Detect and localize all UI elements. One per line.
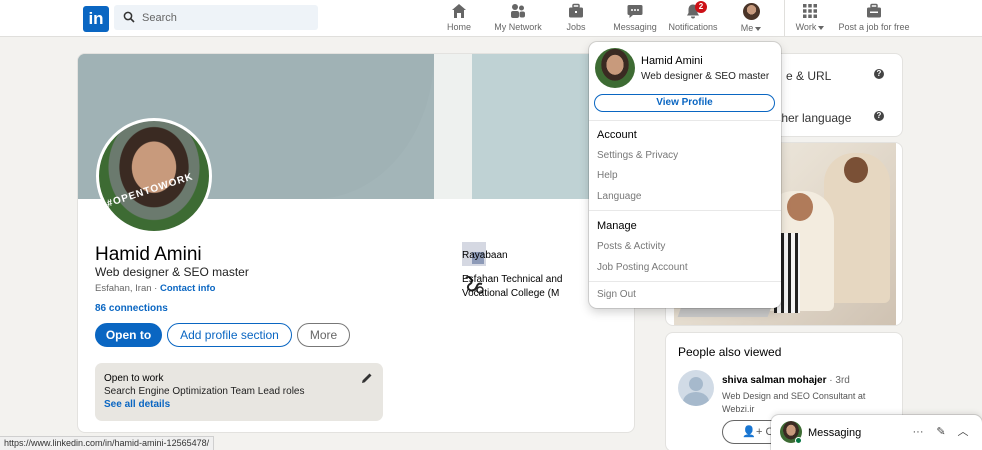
messaging-bar[interactable]: Messaging ··· ✎ ︿ bbox=[771, 415, 982, 450]
person-name[interactable]: shiva salman mohajer · 3rd bbox=[722, 375, 850, 386]
notifications-badge: 2 bbox=[695, 1, 707, 13]
nav-divider bbox=[784, 0, 785, 37]
account-heading: Account bbox=[597, 129, 637, 141]
nav-post-job[interactable]: Post a job for free bbox=[838, 3, 910, 35]
help-icon[interactable]: ? bbox=[874, 111, 884, 121]
nav-jobs[interactable]: Jobs bbox=[563, 3, 589, 35]
person-avatar[interactable] bbox=[678, 370, 714, 406]
grid-icon bbox=[803, 4, 817, 18]
online-status-dot bbox=[795, 437, 802, 444]
nav-notifications[interactable]: 2 Notifications bbox=[667, 1, 719, 35]
compose-icon[interactable]: ✎ bbox=[935, 426, 947, 438]
nav-home[interactable]: Home bbox=[444, 3, 474, 35]
profile-photo[interactable]: #OPENTOWORK bbox=[96, 118, 212, 234]
job-posting-account-link[interactable]: Job Posting Account bbox=[597, 262, 688, 273]
nav-messaging[interactable]: Messaging bbox=[612, 3, 658, 35]
sign-out-link[interactable]: Sign Out bbox=[597, 289, 636, 300]
more-button[interactable]: More bbox=[297, 323, 350, 347]
messaging-icon bbox=[627, 5, 643, 18]
settings-privacy-link[interactable]: Settings & Privacy bbox=[597, 150, 678, 161]
dropdown-divider bbox=[589, 120, 781, 121]
help-link[interactable]: Help bbox=[597, 170, 618, 181]
location-separator: · bbox=[154, 283, 158, 294]
nav-my-network-label: My Network bbox=[494, 22, 542, 32]
collapse-icon[interactable]: ︿ bbox=[957, 426, 969, 438]
search-icon bbox=[123, 11, 135, 23]
pencil-icon[interactable] bbox=[361, 372, 373, 384]
me-avatar bbox=[742, 3, 760, 20]
network-icon bbox=[511, 4, 525, 18]
nav-notifications-label: Notifications bbox=[668, 22, 718, 32]
see-all-details-link[interactable]: See all details bbox=[104, 398, 374, 411]
nav-me[interactable]: Me bbox=[737, 3, 765, 35]
search-input[interactable] bbox=[142, 9, 312, 26]
add-language-link[interactable]: ther language bbox=[778, 111, 851, 125]
search-box[interactable] bbox=[114, 5, 318, 30]
nav-post-job-label: Post a job for free bbox=[838, 22, 910, 32]
posts-activity-link[interactable]: Posts & Activity bbox=[597, 241, 665, 252]
dropdown-divider bbox=[589, 210, 781, 211]
edit-profile-url-link[interactable]: e & URL bbox=[786, 69, 831, 83]
connections-link[interactable]: 86 connections bbox=[95, 303, 168, 314]
post-job-icon bbox=[867, 3, 881, 18]
nav-work[interactable]: Work bbox=[793, 3, 827, 35]
person-degree: · 3rd bbox=[829, 375, 850, 386]
open-to-work-roles: Search Engine Optimization Team Lead rol… bbox=[104, 386, 305, 397]
profile-card: #OPENTOWORK Hamid Amini Web designer & S… bbox=[77, 53, 635, 433]
add-person-icon: 👤+ bbox=[742, 426, 766, 438]
contact-info-link[interactable]: Contact info bbox=[160, 283, 215, 294]
home-icon bbox=[452, 4, 466, 18]
dropdown-headline: Web designer & SEO master bbox=[641, 71, 770, 82]
messaging-label: Messaging bbox=[808, 427, 862, 439]
school-name-line2: Vocational College (M bbox=[462, 288, 560, 299]
people-also-viewed-title: People also viewed bbox=[678, 345, 782, 359]
manage-heading: Manage bbox=[597, 220, 637, 232]
nav-jobs-label: Jobs bbox=[566, 22, 586, 32]
open-to-button[interactable]: Open to bbox=[95, 323, 162, 347]
open-to-work-title: Open to work bbox=[104, 373, 164, 384]
dropdown-avatar[interactable] bbox=[595, 48, 635, 88]
add-profile-section-button[interactable]: Add profile section bbox=[167, 323, 292, 347]
open-to-work-box[interactable]: Open to work Search Engine Optimization … bbox=[95, 363, 383, 421]
dropdown-divider bbox=[589, 281, 781, 282]
school-name-line1: Esfahan Technical and bbox=[462, 274, 563, 285]
language-link[interactable]: Language bbox=[597, 191, 642, 202]
profile-name: Hamid Amini bbox=[95, 244, 202, 265]
nav-work-label: Work bbox=[795, 22, 817, 32]
nav-home-label: Home bbox=[446, 22, 471, 32]
chevron-down-icon bbox=[818, 25, 825, 30]
browser-status-bar: https://www.linkedin.com/in/hamid-amini-… bbox=[0, 436, 215, 450]
help-icon[interactable]: ? bbox=[874, 69, 884, 79]
profile-location: Esfahan, Iran · Contact info bbox=[95, 283, 215, 294]
me-dropdown: Hamid Amini Web designer & SEO master Vi… bbox=[589, 42, 781, 308]
company-name[interactable]: Rayabaan bbox=[462, 249, 508, 263]
person-name-text: shiva salman mohajer bbox=[722, 375, 827, 386]
nav-messaging-label: Messaging bbox=[613, 22, 657, 32]
chevron-down-icon bbox=[755, 26, 762, 31]
location-text: Esfahan, Iran bbox=[95, 283, 152, 294]
view-profile-button[interactable]: View Profile bbox=[594, 94, 775, 112]
linkedin-logo[interactable]: in bbox=[83, 6, 109, 32]
nav-my-network[interactable]: My Network bbox=[492, 3, 544, 35]
school-name[interactable]: Esfahan Technical and Vocational College… bbox=[462, 273, 562, 301]
person-description: Web Design and SEO Consultant at Webzi.i… bbox=[722, 391, 866, 414]
more-options-icon[interactable]: ··· bbox=[912, 426, 924, 438]
dropdown-name: Hamid Amini bbox=[641, 55, 703, 67]
top-nav: in Home My Network Jobs Messaging 2 Noti… bbox=[0, 0, 982, 37]
nav-me-label: Me bbox=[740, 23, 754, 33]
briefcase-icon bbox=[569, 3, 583, 18]
open-to-work-frame-text: #OPENTOWORK bbox=[105, 171, 195, 210]
profile-headline: Web designer & SEO master bbox=[95, 265, 249, 279]
